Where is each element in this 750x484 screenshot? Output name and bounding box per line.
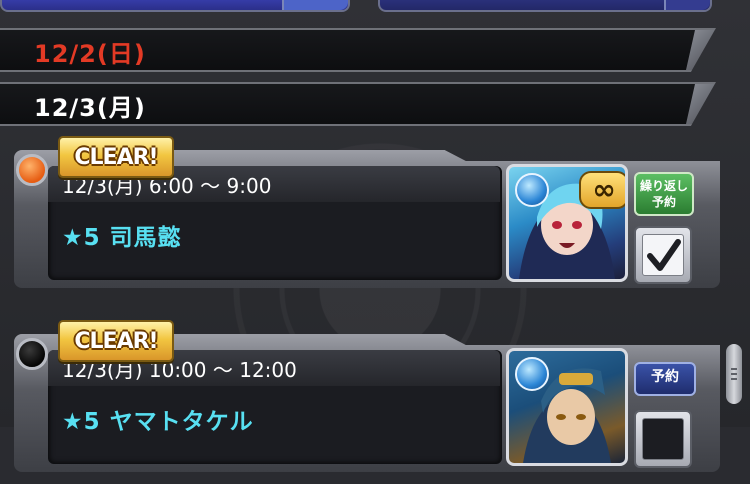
clear-badge: CLEAR! — [58, 136, 174, 178]
clear-badge-label: CLEAR! — [74, 144, 158, 170]
water-element-icon — [515, 357, 549, 391]
clear-badge: CLEAR! — [58, 320, 174, 362]
top-tab-right[interactable] — [378, 0, 712, 12]
checkbox-well — [642, 418, 684, 460]
scrollbar-grip — [731, 373, 737, 375]
date-header-12-2[interactable]: 12/2(日) — [0, 28, 716, 72]
event-card[interactable]: 12/3(月) 10:00 〜 12:00 ★5 ヤマトタケル CLEAR! 予… — [14, 320, 726, 484]
repeat-reserve-label-line1: 繰り返し — [639, 179, 688, 193]
character-portrait-icon[interactable]: ∞ — [506, 164, 628, 282]
top-tab-left[interactable] — [0, 0, 350, 12]
status-dot-black-icon — [16, 338, 48, 370]
status-dot-orange-icon — [16, 154, 48, 186]
clear-badge-label: CLEAR! — [74, 328, 158, 354]
date-header-label: 12/2(日) — [34, 40, 146, 68]
checkmark-icon — [647, 239, 681, 271]
event-quest-name: ★5 ヤマトタケル — [62, 409, 254, 435]
event-card[interactable]: 12/3(月) 6:00 〜 9:00 ★5 司馬懿 CLEAR! ∞ 繰り返し… — [14, 136, 726, 300]
repeat-reserve-button[interactable]: 繰り返し 予約 — [634, 172, 694, 216]
event-quest-name: ★5 司馬懿 — [62, 225, 182, 251]
date-header-12-3[interactable]: 12/3(月) — [0, 82, 716, 126]
reserve-checkbox[interactable] — [634, 410, 692, 468]
infinity-badge: ∞ — [579, 171, 625, 209]
water-element-icon — [515, 173, 549, 207]
reserve-checkbox[interactable] — [634, 226, 692, 284]
character-portrait-icon[interactable] — [506, 348, 628, 466]
date-header-label: 12/3(月) — [34, 94, 146, 122]
repeat-reserve-label-line2: 予約 — [651, 195, 676, 209]
scrollbar-grip — [731, 378, 737, 380]
reserve-button[interactable]: 予約 — [634, 362, 696, 396]
scrollbar-grip — [731, 368, 737, 370]
scrollbar-thumb[interactable] — [726, 344, 742, 404]
